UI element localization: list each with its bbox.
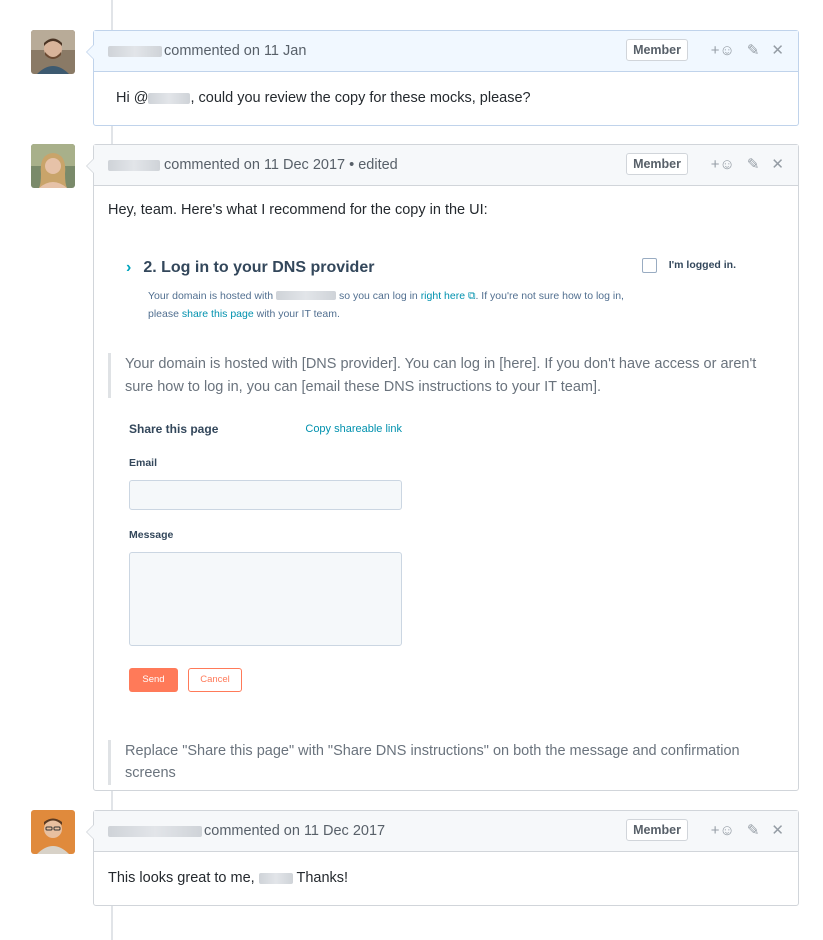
mock-step: › 2. Log in to your DNS provider I'm log…: [108, 256, 784, 324]
mock-text: so you can log in: [338, 289, 418, 302]
pencil-icon[interactable]: ✎: [747, 821, 760, 839]
mock-text: with your IT team.: [256, 307, 340, 320]
close-icon[interactable]: ✕: [771, 41, 784, 59]
redacted-username[interactable]: [108, 825, 202, 837]
comment-arrow: [86, 158, 94, 174]
avatar-image: [31, 810, 75, 854]
logged-in-checkbox-row[interactable]: I'm logged in.: [641, 258, 736, 274]
add-reaction-icon[interactable]: +☺: [711, 822, 735, 839]
comment-text: , could you review the copy for these mo…: [190, 90, 531, 106]
comment-header: commented on 11 Jan Member +☺ ✎ ✕: [86, 31, 798, 72]
comment-card: commented on 11 Jan Member +☺ ✎ ✕ Hi @ , …: [86, 30, 799, 126]
message-field[interactable]: [129, 551, 402, 646]
right-here-link[interactable]: right here: [421, 290, 465, 302]
comment-intro: Hey, team. Here's what I recommend for t…: [108, 202, 488, 218]
comment-arrow: [86, 824, 94, 840]
redacted-username[interactable]: [108, 159, 160, 171]
redacted-provider: [276, 291, 337, 301]
copy-shareable-link[interactable]: Copy shareable link: [305, 421, 402, 438]
checkbox[interactable]: [641, 258, 657, 274]
avatar-image: [31, 30, 75, 74]
blockquote: Replace "Share this page" with "Share DN…: [108, 739, 784, 785]
avatar[interactable]: [31, 810, 75, 854]
comment-arrow: [86, 44, 94, 60]
comment-card: commented on 11 Dec 2017 Member +☺ ✎ ✕ T…: [86, 810, 799, 906]
redacted-name: [258, 872, 293, 884]
share-this-page-link[interactable]: share this page: [182, 308, 254, 320]
email-field[interactable]: [129, 480, 402, 511]
blockquote: Your domain is hosted with [DNS provider…: [108, 353, 784, 399]
send-button[interactable]: Send: [129, 667, 178, 692]
comment-body: Hi @ , could you review the copy for thes…: [94, 72, 798, 126]
message-label: Message: [129, 529, 174, 542]
comment-body: Hey, team. Here's what I recommend for t…: [94, 186, 798, 799]
mock-step-title: 2. Log in to your DNS provider: [143, 258, 375, 276]
comment-text: This looks great to me,: [108, 870, 255, 886]
member-badge: Member: [626, 153, 688, 175]
redacted-mention[interactable]: [148, 92, 191, 104]
close-icon[interactable]: ✕: [771, 155, 784, 173]
cancel-button[interactable]: Cancel: [188, 667, 242, 692]
email-label: Email: [129, 457, 158, 470]
add-reaction-icon[interactable]: +☺: [711, 42, 735, 59]
comment-header: commented on 11 Dec 2017 • edited Member…: [86, 145, 798, 186]
comment-card: commented on 11 Dec 2017 • edited Member…: [86, 144, 799, 791]
avatar[interactable]: [31, 144, 75, 188]
member-badge: Member: [626, 39, 688, 61]
avatar[interactable]: [31, 30, 75, 74]
add-reaction-icon[interactable]: +☺: [711, 156, 735, 173]
comment-text: Thanks!: [296, 870, 349, 886]
close-icon[interactable]: ✕: [771, 821, 784, 839]
checkbox-label: I'm logged in.: [668, 258, 736, 271]
pencil-icon[interactable]: ✎: [747, 155, 760, 173]
share-title: Share this page: [129, 422, 219, 437]
pencil-icon[interactable]: ✎: [747, 41, 760, 59]
comment-action: commented on 11 Dec 2017 • edited: [164, 157, 398, 173]
comment-header: commented on 11 Dec 2017 Member +☺ ✎ ✕: [86, 811, 798, 852]
avatar-image: [31, 144, 75, 188]
comment-body: This looks great to me, Thanks!: [94, 852, 798, 906]
mock-text: Your domain is hosted with: [148, 289, 274, 302]
comment-action: commented on 11 Dec 2017: [204, 823, 386, 839]
redacted-username[interactable]: [108, 45, 162, 57]
mock-step-description: Your domain is hosted with so you can lo…: [148, 288, 638, 324]
comment-text: Hi @: [116, 90, 149, 106]
comment-action: commented on 11 Jan: [164, 43, 307, 59]
chevron-right-icon[interactable]: ›: [126, 256, 131, 280]
member-badge: Member: [626, 819, 688, 841]
share-page-form: Share this page Copy shareable link Emai…: [129, 420, 402, 692]
